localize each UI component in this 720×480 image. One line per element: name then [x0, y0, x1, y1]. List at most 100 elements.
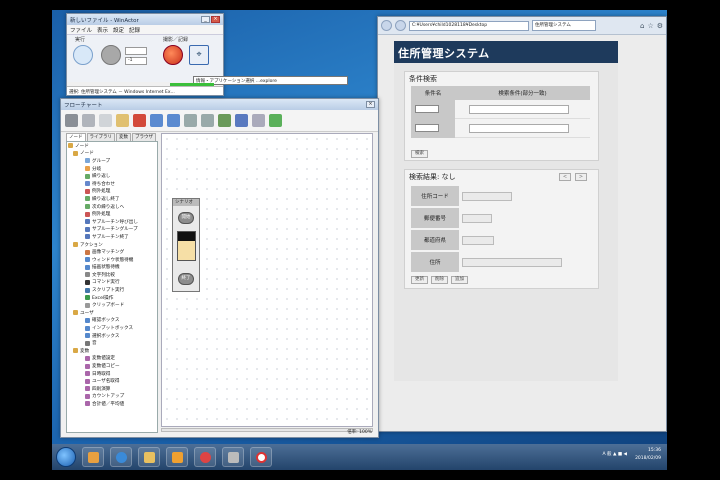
add-button[interactable]: 追加	[451, 276, 468, 284]
tree-node[interactable]: 変数値設定	[67, 355, 157, 363]
tree-node[interactable]: 合計値／平均値	[67, 400, 157, 408]
address-bar[interactable]: C:¥Users¥child1028118¥Desktop	[409, 20, 529, 31]
tree-node[interactable]: 文字列比較	[67, 271, 157, 279]
tree-node[interactable]: ユーザ	[67, 309, 157, 317]
copy-icon[interactable]	[99, 114, 112, 127]
save-icon[interactable]	[65, 114, 78, 127]
close-icon[interactable]: ×	[211, 16, 220, 23]
image-icon[interactable]	[235, 114, 248, 127]
scenario-group[interactable]: シナリオ 開始 終了	[172, 198, 200, 292]
tree-node[interactable]: ユーザ名取得	[67, 377, 157, 385]
update-button[interactable]: 更新	[411, 276, 428, 284]
loop-count-select[interactable]: -1	[125, 57, 147, 65]
zoom-in-icon[interactable]	[184, 114, 197, 127]
delete-button[interactable]: 削除	[431, 276, 448, 284]
gear-icon[interactable]: ⚙	[657, 22, 663, 30]
tree-node[interactable]: 例外処理	[67, 210, 157, 218]
tab-browser[interactable]: ブラウザ	[132, 133, 156, 141]
prefecture-select[interactable]	[462, 235, 494, 245]
tree-node[interactable]: 繰り返し終了	[67, 195, 157, 203]
tree-node[interactable]: 変数値コピー	[67, 362, 157, 370]
tree-node[interactable]: 描画状態待機	[67, 264, 157, 272]
back-button[interactable]	[381, 20, 392, 31]
tree-node[interactable]: サブルーチン呼び出し	[67, 218, 157, 226]
condition-select-1[interactable]	[415, 105, 439, 113]
print-icon[interactable]	[252, 114, 265, 127]
redo-icon[interactable]	[167, 114, 180, 127]
home-icon[interactable]: ⌂	[640, 22, 644, 30]
next-page-button[interactable]: >	[575, 173, 587, 181]
search-button[interactable]: 検索	[411, 150, 428, 158]
taskbar-chrome[interactable]	[194, 447, 216, 467]
tree-node[interactable]: 分岐	[67, 165, 157, 173]
play-button[interactable]	[73, 45, 93, 65]
tree-node[interactable]: 日時取得	[67, 370, 157, 378]
condition-input-1[interactable]	[469, 104, 569, 114]
tree-node[interactable]: 変数	[67, 347, 157, 355]
end-node[interactable]: 終了	[178, 273, 194, 285]
menu-file[interactable]: ファイル	[70, 26, 92, 34]
tree-node[interactable]: 音	[67, 339, 157, 347]
taskbar-app[interactable]	[222, 447, 244, 467]
tree-node[interactable]: Excel操作	[67, 294, 157, 302]
tree-node[interactable]: アクション	[67, 241, 157, 249]
menu-view[interactable]: 表示	[97, 26, 108, 34]
postal-code-field[interactable]	[462, 213, 492, 223]
tab-variable[interactable]: 変数	[116, 133, 131, 141]
taskbar-winactor[interactable]	[250, 447, 272, 467]
tree-node[interactable]: サブルーチングループ	[67, 226, 157, 234]
tree-node[interactable]: ウィンドウ状態待機	[67, 256, 157, 264]
browser-tab[interactable]: 住所管理システム	[532, 20, 596, 31]
system-tray[interactable]: A 般 ▲ ■ ◀ 15:36 2018/02/09	[603, 447, 661, 463]
tree-node[interactable]: 画像マッチング	[67, 248, 157, 256]
paste-icon[interactable]	[116, 114, 129, 127]
close-icon[interactable]: ×	[366, 101, 375, 108]
grid-icon[interactable]	[218, 114, 231, 127]
tree-node[interactable]: 例外処理	[67, 188, 157, 196]
tree-node[interactable]: グループ	[67, 157, 157, 165]
tree-node[interactable]: クリップボード	[67, 301, 157, 309]
tree-node[interactable]: 選択ボックス	[67, 332, 157, 340]
scenario-body[interactable]	[177, 231, 196, 261]
tree-node[interactable]: インプットボックス	[67, 324, 157, 332]
tab-node[interactable]: ノード	[66, 133, 86, 141]
condition-select-2[interactable]	[415, 124, 439, 132]
undo-icon[interactable]	[150, 114, 163, 127]
tab-library[interactable]: ライブラリ	[86, 133, 115, 141]
star-icon[interactable]: ☆	[647, 22, 653, 30]
record-button[interactable]	[163, 45, 183, 65]
tree-node[interactable]: コマンド実行	[67, 279, 157, 287]
delete-icon[interactable]	[133, 114, 146, 127]
cut-icon[interactable]	[82, 114, 95, 127]
tree-node[interactable]: サブルーチン終了	[67, 233, 157, 241]
menu-record[interactable]: 記録	[129, 26, 140, 34]
prev-page-button[interactable]: <	[559, 173, 571, 181]
tree-node[interactable]: カウントアップ	[67, 393, 157, 401]
taskbar-explorer[interactable]	[138, 447, 160, 467]
address-code-field[interactable]	[462, 191, 512, 201]
condition-input-2[interactable]	[469, 123, 569, 133]
tree-node[interactable]: スクリプト実行	[67, 286, 157, 294]
target-select-button[interactable]: ⌖	[189, 45, 209, 65]
tree-node[interactable]: 次の繰り返しへ	[67, 203, 157, 211]
flowchart-canvas[interactable]: シナリオ 開始 終了	[161, 133, 373, 427]
speed-select[interactable]	[125, 47, 147, 55]
horizontal-scrollbar[interactable]	[161, 428, 373, 432]
tree-node[interactable]: 待ち合わせ	[67, 180, 157, 188]
start-button[interactable]	[56, 447, 76, 467]
tree-node[interactable]: 確認ボックス	[67, 317, 157, 325]
taskbar-files[interactable]	[166, 447, 188, 467]
start-node[interactable]: 開始	[178, 212, 194, 224]
tree-node[interactable]: ノード	[67, 142, 157, 150]
taskbar-ie[interactable]	[110, 447, 132, 467]
address-field[interactable]	[462, 257, 562, 267]
tree-node[interactable]: 四則演算	[67, 385, 157, 393]
tree-node[interactable]: 繰り返し	[67, 172, 157, 180]
forward-button[interactable]	[395, 20, 406, 31]
zoom-out-icon[interactable]	[201, 114, 214, 127]
stop-button[interactable]	[101, 45, 121, 65]
taskbar-media[interactable]	[82, 447, 104, 467]
tree-node[interactable]: ノード	[67, 150, 157, 158]
export-icon[interactable]	[269, 114, 282, 127]
minimize-icon[interactable]: _	[201, 16, 210, 23]
